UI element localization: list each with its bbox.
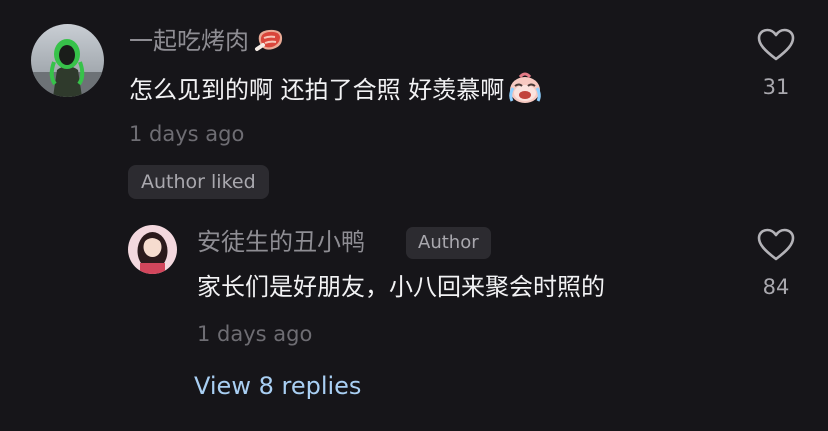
comment-text: 怎么见到的啊 还拍了合照 好羡慕啊 bbox=[129, 71, 544, 113]
meat-icon bbox=[253, 27, 287, 60]
reply-text: 家长们是好朋友，小八回来聚会时照的 bbox=[197, 273, 605, 301]
commenter-avatar[interactable] bbox=[31, 24, 104, 97]
commenter-username-text: 一起吃烤肉 bbox=[129, 27, 249, 55]
crying-face-icon bbox=[506, 71, 544, 113]
comment-like-count: 31 bbox=[762, 75, 790, 99]
reply-like-count: 84 bbox=[762, 275, 790, 299]
comments-section: 一起吃烤肉 怎么见到的啊 还拍了合照 好羡慕啊 1 days ago Autho… bbox=[0, 0, 828, 431]
comment-text-content: 怎么见到的啊 还拍了合照 好羡慕啊 bbox=[129, 76, 505, 104]
reply-timestamp: 1 days ago bbox=[197, 322, 313, 346]
comment-like-button[interactable] bbox=[756, 27, 796, 63]
heart-icon bbox=[757, 28, 795, 61]
author-tag: Author bbox=[406, 227, 491, 259]
reply-username[interactable]: 安徒生的丑小鸭 bbox=[197, 227, 365, 257]
author-liked-badge: Author liked bbox=[128, 165, 269, 199]
reply-like-button[interactable] bbox=[756, 227, 796, 263]
view-replies-link[interactable]: View 8 replies bbox=[194, 371, 361, 401]
commenter-username[interactable]: 一起吃烤肉 bbox=[129, 26, 287, 60]
heart-icon bbox=[757, 228, 795, 261]
reply-avatar[interactable] bbox=[128, 225, 177, 274]
comment-timestamp: 1 days ago bbox=[129, 122, 245, 146]
